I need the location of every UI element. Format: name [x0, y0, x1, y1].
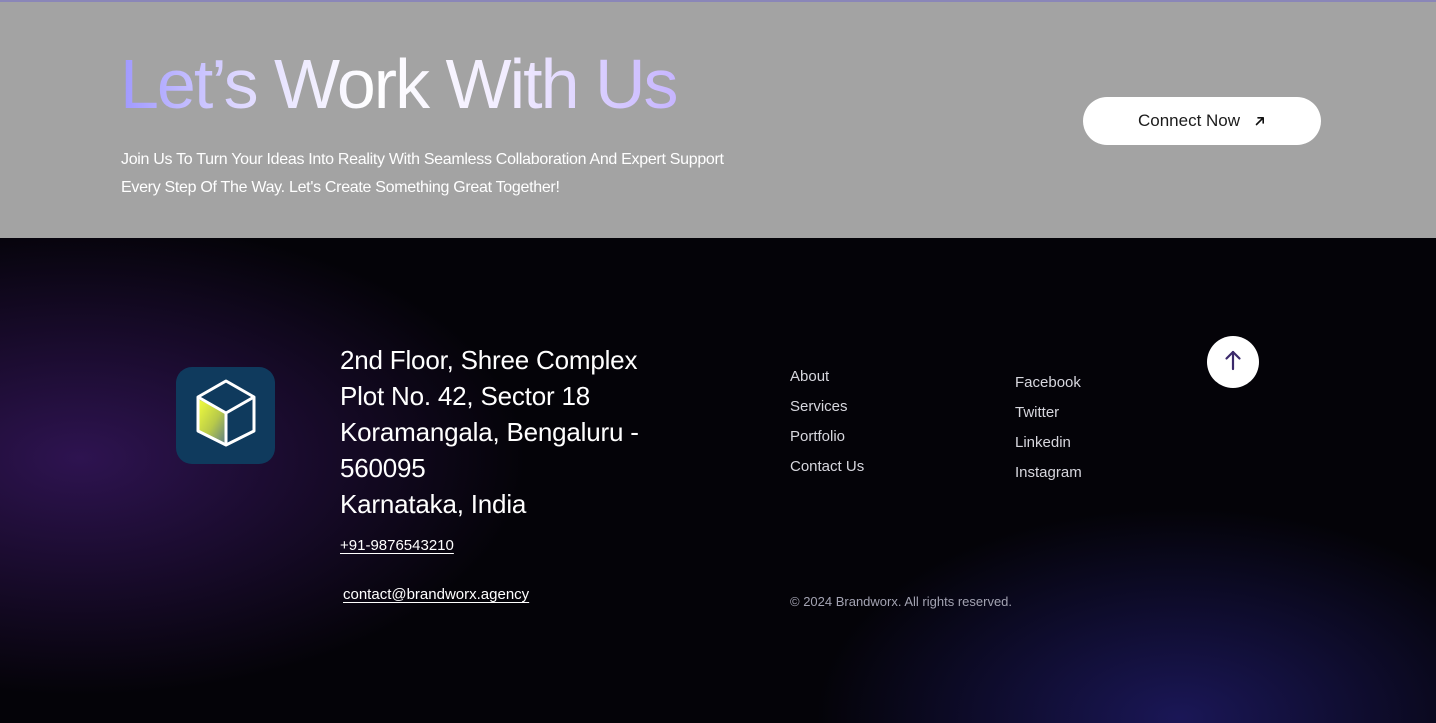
footer-link-about[interactable]: About [790, 362, 864, 392]
connect-now-button[interactable]: Connect Now [1083, 97, 1321, 145]
back-to-top-button[interactable] [1207, 336, 1259, 388]
social-links: Facebook Twitter Linkedin Instagram [1015, 368, 1082, 488]
social-link-twitter[interactable]: Twitter [1015, 398, 1082, 428]
cta-subtitle: Join Us To Turn Your Ideas Into Reality … [121, 151, 724, 196]
phone-link[interactable]: +91-9876543210 [340, 537, 454, 554]
arrow-up-right-icon [1254, 115, 1266, 127]
copyright-text: © 2024 Brandworx. All rights reserved. [790, 594, 1013, 609]
address-line: Koramangala, Bengaluru - [340, 417, 639, 447]
address-line: Plot No. 42, Sector 18 [340, 381, 590, 411]
connect-now-label: Connect Now [1137, 111, 1241, 130]
address-line: 560095 [340, 453, 426, 483]
brand-logo[interactable] [176, 367, 275, 464]
footer-link-portfolio[interactable]: Portfolio [790, 422, 864, 452]
site-footer: 2nd Floor, Shree Complex Plot No. 42, Se… [0, 238, 1436, 723]
address-line: Karnataka, India [340, 489, 527, 519]
email-link[interactable]: contact@brandworx.agency [341, 586, 531, 603]
footer-link-services[interactable]: Services [790, 392, 864, 422]
social-link-facebook[interactable]: Facebook [1015, 368, 1082, 398]
cube-icon [192, 377, 260, 454]
social-link-linkedin[interactable]: Linkedin [1015, 428, 1082, 458]
address-line: 2nd Floor, Shree Complex [340, 345, 638, 375]
social-link-instagram[interactable]: Instagram [1015, 458, 1082, 488]
footer-nav: About Services Portfolio Contact Us [790, 362, 864, 482]
arrow-up-icon [1224, 349, 1242, 376]
office-address: 2nd Floor, Shree Complex Plot No. 42, Se… [340, 342, 670, 522]
cta-banner: Let’s Work With Us Join Us To Turn Your … [0, 0, 1436, 238]
cta-title: Let’s Work With Us [120, 42, 679, 126]
footer-link-contact-us[interactable]: Contact Us [790, 452, 864, 482]
